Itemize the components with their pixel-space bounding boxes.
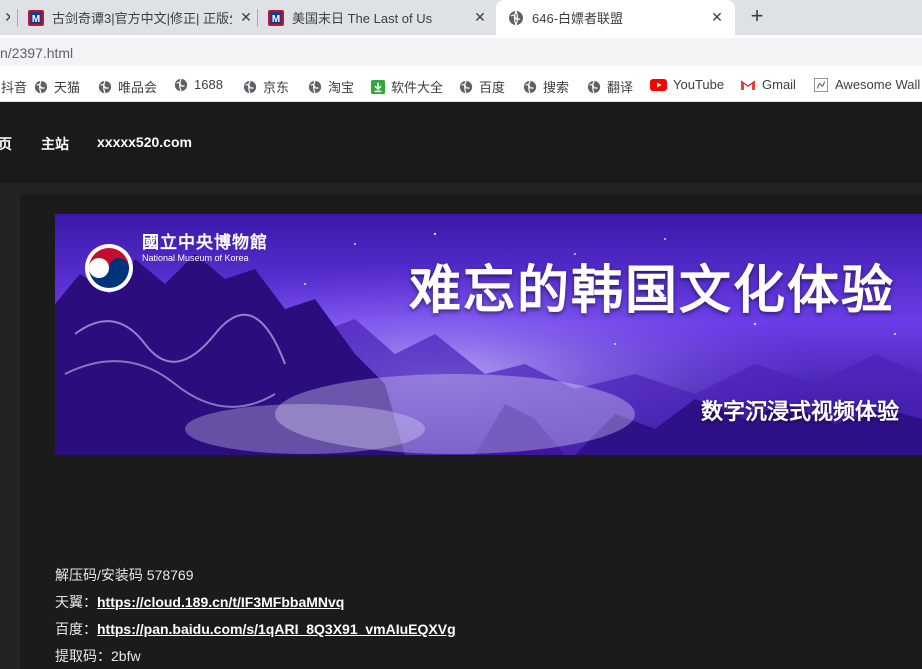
gmail-icon <box>740 80 756 90</box>
url-text[interactable]: n/2397.html <box>0 45 73 61</box>
extract-code: 提取码：2bfw <box>55 648 141 664</box>
tab-title: 646-白嫖者联盟 <box>532 11 624 26</box>
tianyi-label: 天翼： <box>55 594 97 610</box>
bookmarks-bar: 抖音 天猫 唯品会 1688 京东 淘宝 软件大全 百度 搜索 翻译 YouTu… <box>0 68 922 102</box>
bookmark-label: 唯品会 <box>118 80 158 95</box>
post-banner: 國立中央博物館 National Museum of Korea 难忘的韩国文化… <box>55 214 922 455</box>
baidu-line: 百度：https://pan.baidu.com/s/1qARI_8Q3X91_… <box>55 619 456 639</box>
bookmark-label: 翻译 <box>607 80 634 95</box>
baidu-label: 百度： <box>55 621 97 637</box>
tab-gujian[interactable]: M 古剑奇谭3|官方中文|修正| 正版分 ✕ <box>28 0 254 35</box>
nav-main-site[interactable]: 主站 <box>41 134 69 154</box>
bookmark-label: 京东 <box>263 80 290 95</box>
banner-title: 难忘的韩国文化体验 <box>409 261 896 321</box>
bookmark-awesome-wall[interactable]: Awesome Wall <box>813 77 920 92</box>
globe-icon <box>34 80 48 93</box>
bookmark-label: 搜索 <box>543 80 570 95</box>
omnibox[interactable]: n/2397.html <box>0 38 922 66</box>
bookmark-label: Gmail <box>762 77 796 92</box>
bookmark-label: 抖音 <box>1 80 28 95</box>
bookmark-jd[interactable]: 京东 <box>243 77 289 96</box>
tab-last-of-us[interactable]: M 美国末日 The Last of Us ✕ <box>268 0 488 35</box>
bookmark-software[interactable]: 软件大全 <box>371 77 443 96</box>
bookmark-youtube[interactable]: YouTube <box>650 77 724 92</box>
globe-icon <box>98 80 112 93</box>
address-bar: n/2397.html <box>0 35 922 68</box>
tab-strip: ✕ M 古剑奇谭3|官方中文|修正| 正版分 ✕ M 美国末日 The Last… <box>0 0 922 35</box>
tab-separator <box>257 9 258 27</box>
close-icon[interactable]: ✕ <box>2 9 10 26</box>
globe-icon <box>243 80 257 93</box>
bookmark-label: 1688 <box>194 77 223 92</box>
bookmark-vip[interactable]: 唯品会 <box>98 77 157 96</box>
svg-text:M: M <box>272 14 280 25</box>
bookmark-label: 百度 <box>479 80 506 95</box>
new-tab-button[interactable]: + <box>746 5 768 28</box>
bookmark-label: Awesome Wall <box>835 77 921 92</box>
globe-icon <box>587 80 601 93</box>
baidu-link[interactable]: https://pan.baidu.com/s/1qARI_8Q3X91_vmA… <box>97 621 456 637</box>
globe-icon <box>523 80 537 93</box>
m-logo-icon: M <box>28 9 44 26</box>
museum-name-en: National Museum of Korea <box>142 253 249 263</box>
tab-offscreen[interactable]: ✕ <box>0 0 10 35</box>
bookmark-label: 天猫 <box>54 80 81 95</box>
wallpaper-icon <box>814 77 828 92</box>
install-code: 解压码/安装码 578769 <box>55 567 194 583</box>
museum-name-ko: 國立中央博物館 <box>142 233 268 253</box>
nav-domain[interactable]: xxxxx520.com <box>97 134 192 150</box>
download-icon <box>371 79 385 94</box>
tab-title: 古剑奇谭3|官方中文|修正| 正版分 <box>52 11 232 26</box>
bookmark-search[interactable]: 搜索 <box>523 77 569 96</box>
close-icon[interactable]: ✕ <box>472 9 488 26</box>
bookmark-label: 淘宝 <box>328 80 355 95</box>
bookmark-label: 软件大全 <box>391 80 444 95</box>
site-header: 页 主站 xxxxx520.com <box>0 103 922 183</box>
bookmark-taobao[interactable]: 淘宝 <box>308 77 354 96</box>
museum-emblem-icon <box>85 244 133 292</box>
tianyi-line: 天翼：https://cloud.189.cn/t/IF3MFbbaMNvq <box>55 592 344 612</box>
close-icon[interactable]: ✕ <box>709 9 725 26</box>
bookmark-label: YouTube <box>673 77 725 92</box>
globe-icon <box>308 80 322 93</box>
bookmark-douyin[interactable]: 抖音 <box>0 77 27 96</box>
nav-home[interactable]: 页 <box>0 134 12 154</box>
svg-text:M: M <box>32 14 40 25</box>
globe-icon <box>459 80 473 93</box>
banner-subtitle: 数字沉浸式视频体验 <box>701 400 900 425</box>
globe-icon <box>509 10 523 25</box>
bookmark-translate[interactable]: 翻译 <box>587 77 633 96</box>
close-icon[interactable]: ✕ <box>238 9 254 26</box>
bookmark-1688[interactable]: 1688 <box>174 77 223 92</box>
tab-title: 美国末日 The Last of Us <box>292 11 433 26</box>
m-logo-icon: M <box>268 9 284 26</box>
tianyi-link[interactable]: https://cloud.189.cn/t/IF3MFbbaMNvq <box>97 594 344 610</box>
globe-icon <box>174 78 188 91</box>
tab-separator <box>17 9 18 27</box>
tab-active[interactable]: 646-白嫖者联盟 ✕ <box>496 0 735 35</box>
bookmark-baidu[interactable]: 百度 <box>459 77 505 96</box>
bookmark-tmall[interactable]: 天猫 <box>34 77 80 96</box>
bookmark-gmail[interactable]: Gmail <box>740 77 796 92</box>
youtube-icon <box>650 78 667 91</box>
